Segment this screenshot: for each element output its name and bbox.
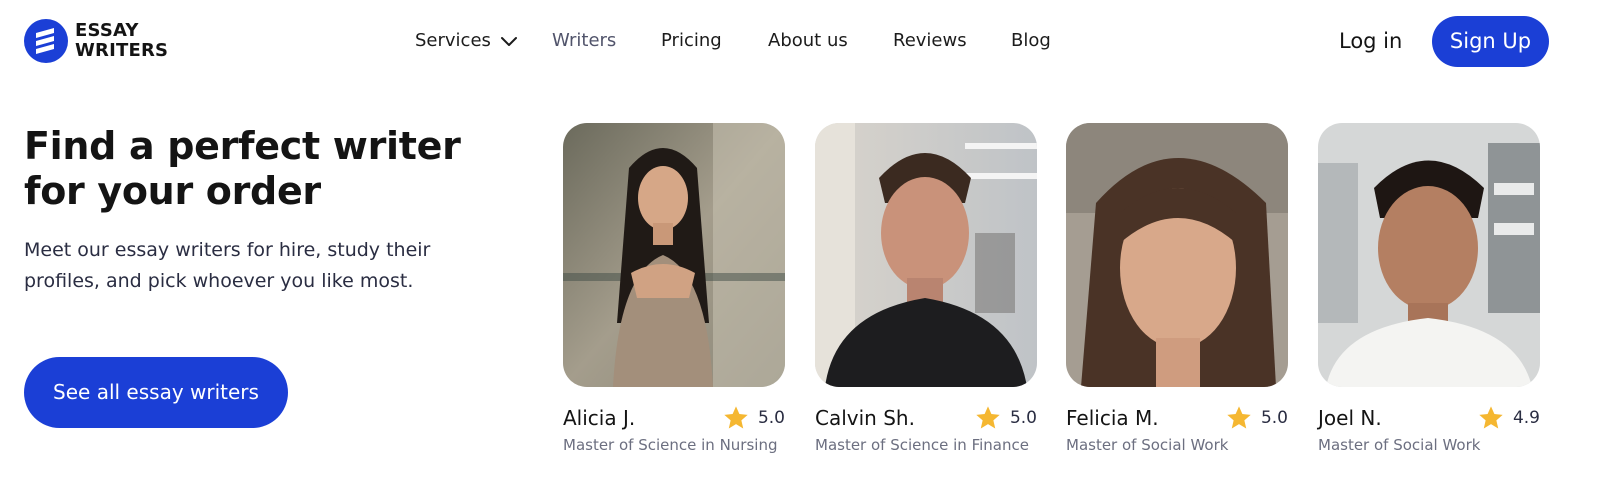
writer-name: Alicia J. xyxy=(563,406,636,430)
writer-card[interactable]: Joel N. 4.9 Master of Social Work xyxy=(1318,123,1540,457)
site-header: ESSAY WRITERS Services Writers Pricing A… xyxy=(0,0,1600,82)
chevron-down-icon[interactable] xyxy=(500,35,518,47)
writer-degree: Master of Science in Finance xyxy=(815,436,1029,454)
star-icon xyxy=(976,406,1000,429)
hero-title: Find a perfect writer for your order xyxy=(24,124,461,213)
brand-logo-icon xyxy=(24,19,68,63)
star-icon xyxy=(1479,406,1503,429)
nav-pricing[interactable]: Pricing xyxy=(661,29,722,53)
nav-reviews[interactable]: Reviews xyxy=(893,29,967,53)
writer-photo[interactable] xyxy=(563,123,785,387)
writer-rating: 5.0 xyxy=(1225,404,1288,432)
writer-name: Calvin Sh. xyxy=(815,406,915,430)
star-icon xyxy=(1227,406,1251,429)
nav-services[interactable]: Services xyxy=(415,29,491,53)
writer-degree: Master of Social Work xyxy=(1066,436,1229,454)
rating-value: 4.9 xyxy=(1512,408,1540,428)
hero-subtitle: Meet our essay writers for hire, study t… xyxy=(24,239,431,292)
brand-line-1: ESSAY xyxy=(75,20,139,41)
nav-about[interactable]: About us xyxy=(768,29,848,53)
login-link[interactable]: Log in xyxy=(1339,27,1402,55)
nav-writers[interactable]: Writers xyxy=(552,29,616,53)
writer-photo[interactable] xyxy=(815,123,1037,387)
writer-rating: 5.0 xyxy=(974,404,1037,432)
writer-card[interactable]: Felicia M. 5.0 Master of Social Work xyxy=(1066,123,1288,457)
writer-degree: Master of Social Work xyxy=(1318,436,1481,454)
rating-value: 5.0 xyxy=(1260,408,1288,428)
see-all-writers-button[interactable]: See all essay writers xyxy=(24,357,288,428)
writer-card[interactable]: Alicia J. 5.0 Master of Science in Nursi… xyxy=(563,123,785,457)
writer-photo[interactable] xyxy=(1066,123,1288,387)
writer-name: Joel N. xyxy=(1318,406,1382,430)
star-icon xyxy=(724,406,748,429)
writer-rating: 4.9 xyxy=(1477,404,1540,432)
brand-line-2: WRITERS xyxy=(75,40,169,61)
writer-name: Felicia M. xyxy=(1066,406,1159,430)
writer-photo[interactable] xyxy=(1318,123,1540,387)
nav-blog[interactable]: Blog xyxy=(1011,29,1051,53)
rating-value: 5.0 xyxy=(757,408,785,428)
writer-degree: Master of Science in Nursing xyxy=(563,436,778,454)
brand-logo-link[interactable]: ESSAY WRITERS xyxy=(24,19,168,63)
rating-value: 5.0 xyxy=(1009,408,1037,428)
brand-wordmark: ESSAY WRITERS xyxy=(75,21,168,61)
writer-rating: 5.0 xyxy=(722,404,785,432)
writer-card[interactable]: Calvin Sh. 5.0 Master of Science in Fina… xyxy=(815,123,1037,457)
page: ESSAY WRITERS Services Writers Pricing A… xyxy=(0,0,1600,481)
signup-button[interactable]: Sign Up xyxy=(1432,16,1549,67)
